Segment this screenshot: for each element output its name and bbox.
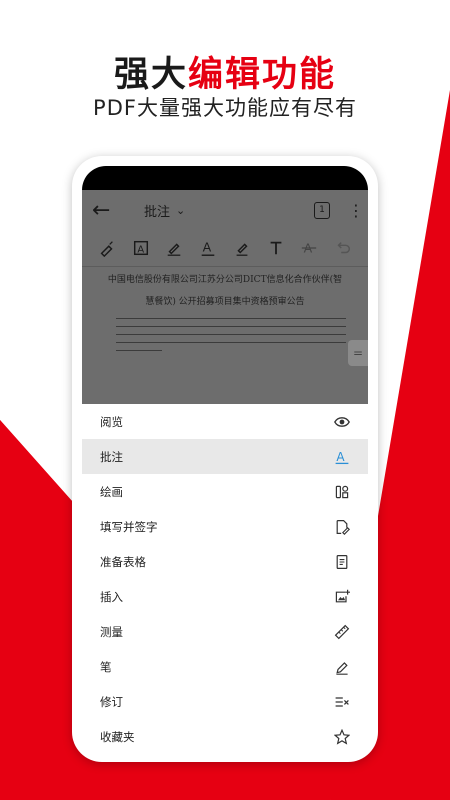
document-text: 中国电信股份有限公司江苏分公司DICT信息化合作伙伴(智 慧餐饮) 公开招募项目… (82, 266, 368, 404)
svg-text:A: A (203, 240, 212, 255)
svg-text:A: A (137, 245, 144, 256)
menu-item-label: 阅览 (100, 414, 123, 429)
menu-item-pen[interactable]: 笔 (82, 649, 368, 684)
page-count-badge[interactable]: 1 (314, 201, 330, 219)
hero-title-black: 强大 (113, 55, 188, 95)
status-bar (82, 166, 368, 190)
menu-item-label: 测量 (100, 624, 123, 639)
draw-tools-icon (334, 484, 350, 500)
menu-item-label: 笔 (100, 659, 112, 674)
eye-icon (334, 414, 350, 430)
pen-icon (334, 659, 350, 675)
mode-menu: 阅览 批注 A 绘画 填写并签字 准备表格 插入 测量 笔 修订 收藏夹 (82, 404, 368, 752)
back-arrow-icon[interactable]: ← (92, 198, 126, 223)
annotation-toolbar: A A A (82, 230, 368, 267)
menu-item-insert[interactable]: 插入 (82, 579, 368, 614)
hero-title: 强大编辑功能 (0, 46, 450, 97)
menu-item-favorites[interactable]: 收藏夹 (82, 719, 368, 752)
fill-sign-icon (334, 519, 350, 535)
menu-item-label: 填写并签字 (100, 519, 158, 534)
signature-pen-icon[interactable] (158, 239, 192, 257)
text-icon[interactable] (259, 239, 293, 257)
chevron-down-icon[interactable]: ⌄ (176, 204, 185, 217)
undo-icon[interactable] (326, 239, 360, 257)
document-title-line2: 慧餐饮) 公开招募项目集中资格预审公告 (145, 297, 305, 307)
strikethrough-icon[interactable]: A (293, 239, 327, 257)
redact-icon (334, 694, 350, 710)
text-underline-icon[interactable]: A (191, 239, 225, 257)
menu-item-label: 收藏夹 (100, 729, 135, 744)
form-doc-icon (334, 554, 350, 570)
side-panel-handle[interactable]: = (348, 340, 368, 366)
text-box-icon[interactable]: A (124, 239, 158, 257)
menu-item-label: 修订 (100, 694, 123, 709)
menu-item-annotate[interactable]: 批注 A (82, 439, 368, 474)
menu-item-draw[interactable]: 绘画 (82, 474, 368, 509)
star-icon (334, 728, 350, 745)
menu-item-measure[interactable]: 测量 (82, 614, 368, 649)
menu-item-label: 批注 (100, 449, 123, 464)
app-bar: ← 批注 ⌄ 1 ⋮ (82, 190, 368, 230)
hero-subtitle: PDF大量强大功能应有尽有 (93, 96, 357, 120)
document-title-line1: 中国电信股份有限公司江苏分公司DICT信息化合作伙伴(智 (107, 275, 343, 285)
document-body-lines (116, 318, 346, 358)
menu-item-fill-sign[interactable]: 填写并签字 (82, 509, 368, 544)
mode-title[interactable]: 批注 (144, 201, 170, 220)
phone-screen: ← 批注 ⌄ 1 ⋮ A A A 中国电信股份有限公司江苏分公司DICT信息化合… (82, 166, 368, 752)
highlighter-pen-icon[interactable] (90, 239, 124, 257)
phone-frame: ← 批注 ⌄ 1 ⋮ A A A 中国电信股份有限公司江苏分公司DICT信息化合… (72, 156, 378, 762)
menu-item-prepare-form[interactable]: 准备表格 (82, 544, 368, 579)
hero-title-accent: 编辑功能 (188, 55, 337, 95)
annotate-a-icon: A (334, 449, 350, 465)
menu-item-redact[interactable]: 修订 (82, 684, 368, 719)
menu-item-label: 插入 (100, 589, 123, 604)
marker-icon[interactable] (225, 239, 259, 257)
ruler-icon (334, 624, 350, 640)
menu-item-label: 绘画 (100, 484, 123, 499)
menu-item-label: 准备表格 (100, 554, 146, 569)
svg-text:A: A (336, 450, 345, 464)
insert-image-icon (334, 589, 350, 605)
menu-item-read[interactable]: 阅览 (82, 404, 368, 439)
more-options-icon[interactable]: ⋮ (348, 201, 364, 220)
